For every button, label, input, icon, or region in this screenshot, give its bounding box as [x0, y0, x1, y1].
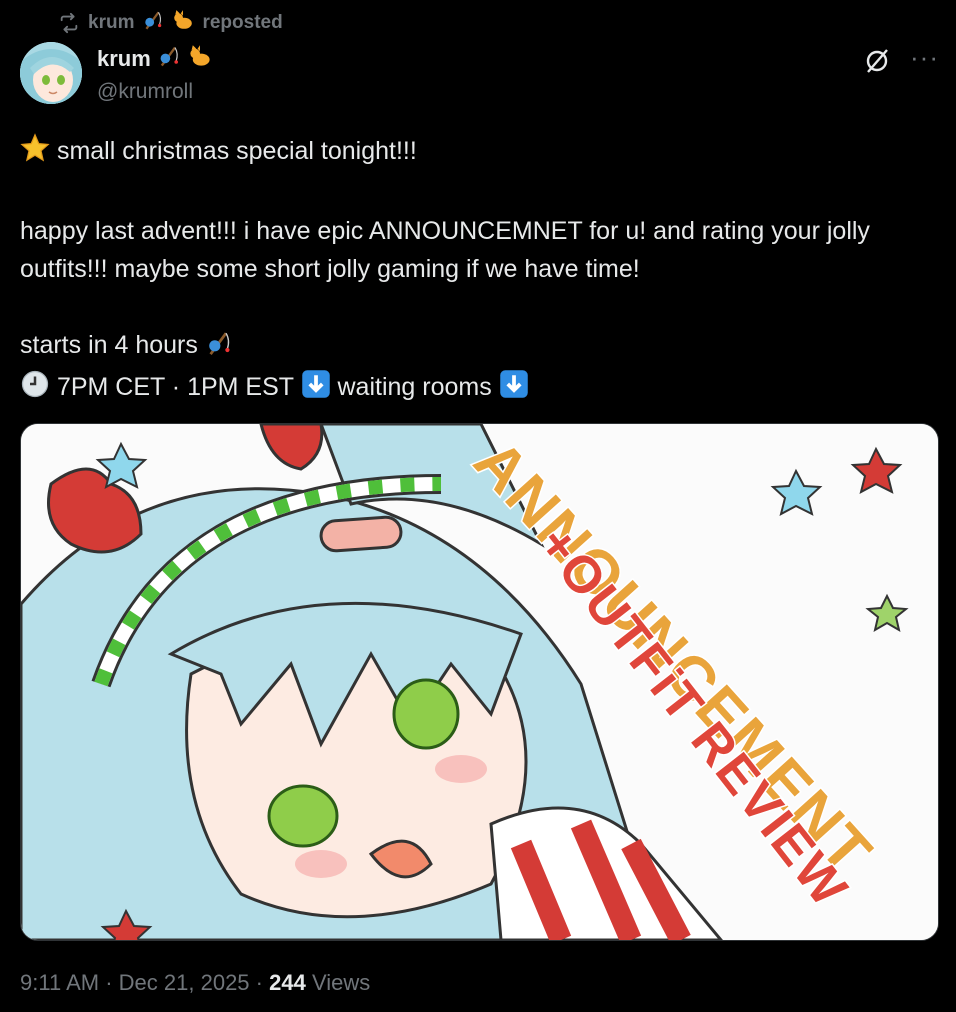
post-line-2: happy last advent!!! i have epic ANNOUNC…	[20, 217, 877, 283]
author-handle[interactable]: @krumroll	[97, 80, 193, 104]
post-line-4b: waiting rooms	[337, 373, 492, 401]
cat-emoji	[172, 9, 194, 37]
down-arrow-emoji	[301, 369, 331, 410]
more-options-icon[interactable]: ···	[910, 44, 940, 73]
fishing-pole-emoji	[157, 44, 181, 74]
down-arrow-emoji	[499, 369, 529, 410]
repost-user-name[interactable]: krum	[88, 12, 134, 34]
fishing-pole-emoji	[142, 9, 164, 37]
post-body: small christmas special tonight!!! happy…	[20, 132, 930, 410]
fishing-pole-emoji	[205, 329, 233, 368]
clock-emoji	[20, 369, 50, 410]
author-name-row[interactable]: krum	[97, 44, 213, 74]
star-emoji	[20, 133, 50, 174]
post-image[interactable]: ANNOUNCEMENT +OUTFiT REVIEW	[20, 423, 939, 941]
repost-icon	[60, 12, 78, 34]
meta-separator: ·	[105, 970, 113, 995]
post-line-1: small christmas special tonight!!!	[56, 137, 417, 165]
grok-icon[interactable]	[862, 46, 892, 76]
post-date[interactable]: Dec 21, 2025	[119, 970, 250, 995]
views-label: Views	[311, 970, 371, 995]
post-line-3: starts in 4 hours	[20, 331, 198, 359]
avatar[interactable]	[20, 42, 82, 104]
post-time[interactable]: 9:11 AM	[20, 970, 99, 995]
author-name[interactable]: krum	[97, 46, 151, 72]
repost-header[interactable]: krum reposted	[58, 10, 283, 36]
meta-separator: ·	[255, 970, 263, 995]
post-meta: 9:11 AM · Dec 21, 2025 · 244 Views	[20, 970, 370, 996]
cat-emoji	[187, 44, 213, 74]
post-line-4a: 7PM CET · 1PM EST	[56, 373, 294, 401]
views-count[interactable]: 244	[269, 970, 306, 995]
repost-label: reposted	[202, 12, 283, 33]
